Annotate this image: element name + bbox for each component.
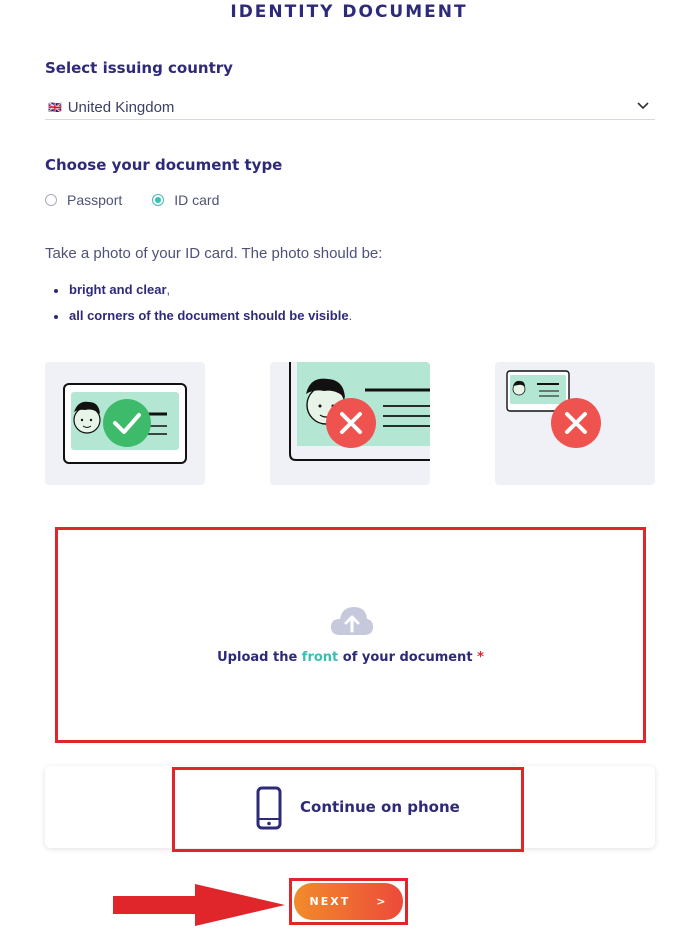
document-type-radios: Passport ID card bbox=[45, 192, 249, 208]
next-button[interactable]: NEXT > bbox=[294, 883, 403, 920]
sample-good-photo bbox=[45, 362, 205, 485]
radio-passport[interactable]: Passport bbox=[45, 192, 122, 208]
radio-id-card[interactable]: ID card bbox=[152, 192, 219, 208]
country-value: United Kingdom bbox=[67, 99, 175, 116]
requirement-text: all corners of the document should be vi… bbox=[69, 308, 349, 323]
continue-on-phone-button[interactable]: Continue on phone bbox=[300, 798, 460, 816]
document-type-label: Choose your document type bbox=[45, 156, 283, 174]
upload-text-suffix: of your document bbox=[338, 650, 478, 665]
chevron-down-icon bbox=[637, 102, 649, 110]
sample-too-far-photo bbox=[495, 362, 655, 485]
smartphone-icon bbox=[256, 786, 282, 830]
requirement-text: bright and clear bbox=[69, 282, 167, 297]
list-item: all corners of the document should be vi… bbox=[52, 308, 352, 323]
uk-flag-icon: 🇬🇧 bbox=[48, 102, 62, 114]
upload-instruction: Upload the front of your document * bbox=[58, 650, 643, 665]
punctuation: , bbox=[166, 282, 171, 297]
list-item: bright and clear, bbox=[52, 282, 352, 297]
upload-text-accent: front bbox=[301, 650, 339, 665]
check-icon bbox=[103, 399, 151, 447]
next-label: NEXT bbox=[309, 895, 351, 908]
punctuation: . bbox=[348, 308, 353, 323]
country-select[interactable]: 🇬🇧 United Kingdom bbox=[45, 96, 655, 120]
id-card-too-close-illustration bbox=[289, 362, 430, 461]
next-arrow-icon: > bbox=[376, 895, 388, 908]
radio-button-selected[interactable] bbox=[152, 194, 165, 206]
requirements-list: bright and clear, all corners of the doc… bbox=[52, 282, 352, 334]
radio-label: ID card bbox=[174, 192, 220, 208]
sample-too-close-photo bbox=[270, 362, 430, 485]
cloud-upload-icon bbox=[331, 607, 373, 635]
radio-button[interactable] bbox=[45, 194, 57, 206]
country-label: Select issuing country bbox=[45, 59, 233, 77]
id-card-good-illustration bbox=[63, 383, 187, 464]
upload-text-prefix: Upload the bbox=[217, 650, 302, 665]
photo-instruction: Take a photo of your ID card. The photo … bbox=[45, 245, 383, 262]
radio-label: Passport bbox=[67, 192, 123, 208]
page-title: IDENTITY DOCUMENT bbox=[230, 2, 468, 22]
red-pointer-arrow-icon bbox=[113, 884, 285, 926]
upload-front-dropzone[interactable]: Upload the front of your document * bbox=[55, 527, 646, 743]
id-card-too-far-illustration bbox=[506, 370, 601, 448]
required-asterisk: * bbox=[477, 650, 484, 665]
